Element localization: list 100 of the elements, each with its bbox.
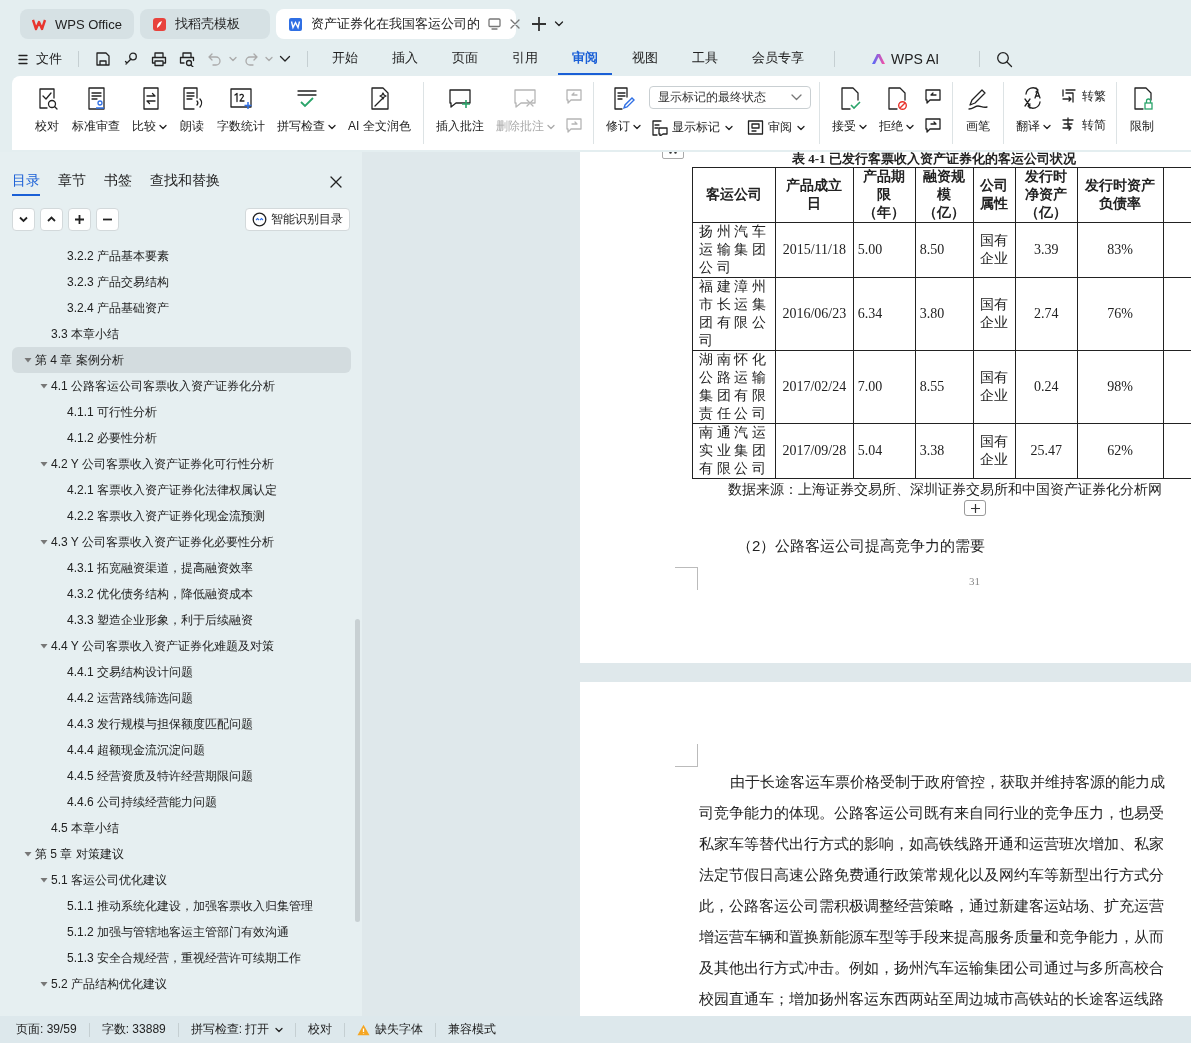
triangle-down-icon[interactable] bbox=[40, 642, 48, 650]
toc-item[interactable]: 5.1.2 加强与管辖地客运主管部门有效沟通 bbox=[12, 919, 351, 945]
ribbon-button[interactable]: 字数统计 bbox=[213, 82, 269, 138]
toc-item[interactable]: 4.4.1 交易结构设计问题 bbox=[12, 659, 351, 685]
toc-item[interactable]: 4.4.3 发行规模与担保额度匹配问题 bbox=[12, 711, 351, 737]
sidebar-tab[interactable]: 查找和替换 bbox=[150, 168, 220, 196]
toc-item[interactable]: 5.1.3 安全合规经营，重视经营许可续期工作 bbox=[12, 945, 351, 971]
toc-item[interactable]: 4.4.6 公司持续经营能力问题 bbox=[12, 789, 351, 815]
plus-button[interactable] bbox=[68, 208, 91, 231]
search-icon[interactable] bbox=[996, 50, 1014, 68]
collapse-down-button[interactable] bbox=[12, 208, 35, 231]
table-cell: 3.38 bbox=[915, 423, 974, 479]
toc-item[interactable]: 4.1 公路客运公司客票收入资产证券化分析 bbox=[12, 373, 351, 399]
toc-item[interactable]: 4.2 Y 公司客票收入资产证券化可行性分析 bbox=[12, 451, 351, 477]
caret-icon bbox=[328, 123, 336, 130]
ribbon-tab[interactable]: 会员专享 bbox=[738, 43, 818, 75]
smart-toc-button[interactable]: 智能识别目录 bbox=[245, 208, 350, 231]
ribbon-button[interactable]: 修订 bbox=[601, 82, 645, 138]
table-cell: 福建漳州市长运集团有限公司 bbox=[692, 277, 776, 351]
wps-ai-button[interactable]: WPS AI bbox=[845, 47, 970, 71]
ribbon-button[interactable]: 限制 bbox=[1124, 82, 1159, 138]
ribbon-button[interactable]: 接受 bbox=[827, 82, 871, 138]
comment-right-arrow-icon[interactable] bbox=[923, 117, 942, 134]
add-row-button[interactable] bbox=[964, 500, 986, 516]
toc-item[interactable]: 4.4 Y 公司客票收入资产证券化难题及对策 bbox=[12, 633, 351, 659]
toc-item[interactable]: 5.1 客运公司优化建议 bbox=[12, 867, 351, 893]
toc-item[interactable]: 第 4 章 案例分析 bbox=[12, 347, 351, 373]
print-icon[interactable] bbox=[151, 51, 167, 67]
ribbon-tab[interactable]: 插入 bbox=[378, 43, 432, 75]
toc-item[interactable]: 3.2.4 产品基础资产 bbox=[12, 295, 351, 321]
triangle-down-icon[interactable] bbox=[40, 382, 48, 390]
ribbon-button[interactable]: 翻译 bbox=[1011, 82, 1055, 138]
table-cell: 南通汽运实业集团有限公司 bbox=[692, 423, 776, 479]
ribbon-button[interactable]: 转简 bbox=[1058, 115, 1108, 136]
missing-font-status[interactable]: 缺失字体 bbox=[357, 1021, 424, 1038]
comment-left-arrow-icon[interactable] bbox=[923, 88, 942, 105]
triangle-down-icon[interactable] bbox=[40, 876, 48, 884]
toc-item[interactable]: 5.2 产品结构优化建议 bbox=[12, 971, 351, 997]
ribbon-button[interactable]: 拼写检查 bbox=[273, 82, 340, 138]
chevron-down-icon[interactable] bbox=[279, 55, 291, 63]
ribbon-button[interactable]: 转繁 bbox=[1058, 86, 1108, 107]
toc-item[interactable]: 4.3 Y 公司客票收入资产证券化必要性分析 bbox=[12, 529, 351, 555]
table-cell: 2017/09/28 bbox=[775, 423, 854, 479]
minus-button[interactable] bbox=[96, 208, 119, 231]
scrollbar-thumb[interactable] bbox=[355, 619, 360, 922]
status-text: 页面: 39/59 bbox=[16, 1021, 77, 1038]
table-cell: 76% bbox=[1077, 277, 1163, 351]
sidebar-tab[interactable]: 目录 bbox=[12, 168, 40, 196]
ribbon-button[interactable]: 朗读 bbox=[175, 82, 209, 138]
toc-item[interactable]: 4.4.2 运营路线筛选问题 bbox=[12, 685, 351, 711]
ribbon-button[interactable]: 显示标记 bbox=[648, 117, 735, 138]
ribbon-button[interactable]: 比较 bbox=[128, 82, 171, 138]
toc-item[interactable]: 第 5 章 对策建议 bbox=[12, 841, 351, 867]
spell-check-status[interactable]: 拼写检查: 打开 bbox=[190, 1021, 284, 1038]
print-preview-icon[interactable] bbox=[179, 51, 195, 67]
toc-item[interactable]: 4.1.1 可行性分析 bbox=[12, 399, 351, 425]
table-cell: 8.50 bbox=[915, 222, 974, 278]
ribbon-button[interactable]: 画笔 bbox=[960, 82, 995, 138]
toc-item[interactable]: 3.2.3 产品交易结构 bbox=[12, 269, 351, 295]
ribbon-button[interactable]: 审阅 bbox=[744, 117, 807, 138]
ribbon-button[interactable]: 插入批注 bbox=[431, 82, 488, 138]
sidebar-tab[interactable]: 章节 bbox=[58, 168, 86, 196]
document-tab[interactable]: 找稻壳模板 bbox=[139, 9, 270, 39]
toc-item[interactable]: 4.1.2 必要性分析 bbox=[12, 425, 351, 451]
ribbon-tab[interactable]: 引用 bbox=[498, 43, 552, 75]
toc-item[interactable]: 4.2.1 客票收入资产证券化法律权属认定 bbox=[12, 477, 351, 503]
ribbon-button[interactable]: AI 全文润色 bbox=[344, 82, 415, 138]
ribbon-button[interactable]: 校对 bbox=[30, 82, 64, 138]
triangle-down-icon[interactable] bbox=[40, 460, 48, 468]
triangle-down-icon[interactable] bbox=[24, 356, 32, 364]
sidebar-tab[interactable]: 书签 bbox=[104, 168, 132, 196]
toc-item[interactable]: 4.3.2 优化债务结构，降低融资成本 bbox=[12, 581, 351, 607]
file-menu-button[interactable]: 文件 bbox=[18, 46, 68, 72]
toc-item[interactable]: 4.2.2 客票收入资产证券化现金流预测 bbox=[12, 503, 351, 529]
plus-icon[interactable] bbox=[529, 15, 548, 33]
save-icon[interactable] bbox=[95, 51, 111, 67]
chevron-down-icon[interactable] bbox=[553, 20, 564, 28]
toc-item[interactable]: 4.5 本章小结 bbox=[12, 815, 351, 841]
monitor-icon[interactable] bbox=[487, 18, 501, 30]
ribbon-button[interactable]: 拒绝 bbox=[874, 82, 918, 138]
triangle-down-icon[interactable] bbox=[24, 850, 32, 858]
ribbon-tab[interactable]: 页面 bbox=[438, 43, 492, 75]
toc-item[interactable]: 4.4.5 经营资质及特许经营期限问题 bbox=[12, 763, 351, 789]
triangle-down-icon[interactable] bbox=[40, 980, 48, 988]
triangle-down-icon[interactable] bbox=[40, 538, 48, 546]
ribbon-tab[interactable]: 视图 bbox=[618, 43, 672, 75]
ribbon-tab[interactable]: 开始 bbox=[318, 43, 372, 75]
toc-item[interactable]: 4.3.3 塑造企业形象，利于后续融资 bbox=[12, 607, 351, 633]
toc-item[interactable]: 5.1.1 推动系统化建设，加强客票收入归集管理 bbox=[12, 893, 351, 919]
expand-up-button[interactable] bbox=[40, 208, 63, 231]
close-icon[interactable] bbox=[330, 176, 342, 188]
ribbon-button[interactable]: 标准审查 bbox=[68, 82, 124, 138]
toc-item[interactable]: 3.3 本章小结 bbox=[12, 321, 351, 347]
toc-item[interactable]: 3.2.2 产品基本要素 bbox=[12, 243, 351, 269]
toc-item[interactable]: 4.3.1 拓宽融资渠道，提高融资效率 bbox=[12, 555, 351, 581]
document-tab[interactable]: WPS Office bbox=[20, 9, 134, 39]
ribbon-tab[interactable]: 工具 bbox=[678, 43, 732, 75]
table-cell: 2015/11/18 bbox=[775, 222, 854, 278]
toc-item[interactable]: 4.4.4 超额现金流沉淀问题 bbox=[12, 737, 351, 763]
display-mode-dropdown[interactable]: 显示标记的最终状态 bbox=[648, 86, 811, 109]
